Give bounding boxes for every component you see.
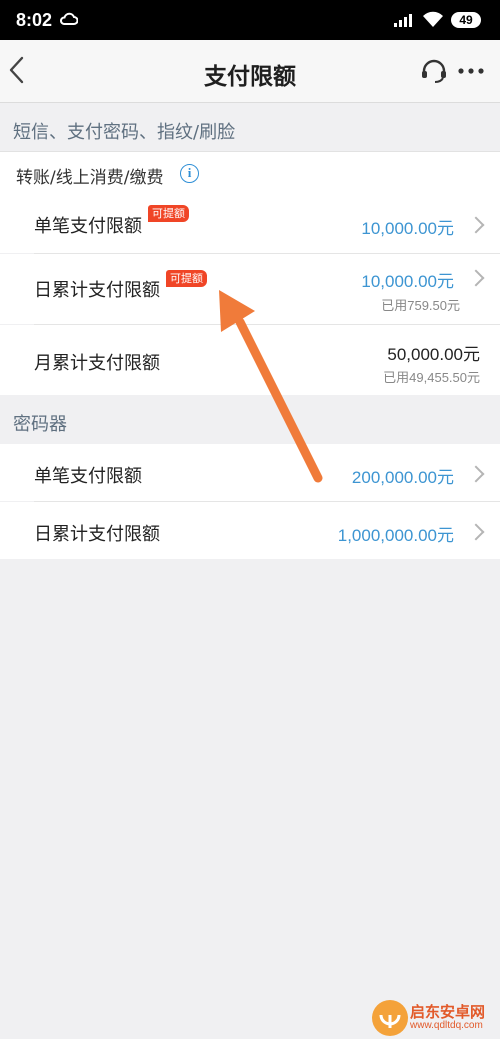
watermark: 启东安卓网: [410, 1003, 486, 1021]
group-header-transfer: 转账/线上消费/缴费 i: [0, 151, 500, 197]
row-label: 日累计支付限额: [34, 524, 160, 545]
section-header-token: 密码器: [0, 396, 500, 444]
used-amount: 已用49,455.50元: [383, 370, 480, 385]
section-title: 密码器: [13, 414, 67, 435]
raise-limit-badge: 可提额: [148, 205, 189, 222]
customer-service-icon[interactable]: [420, 58, 448, 84]
limit-row-monthly: 月累计支付限额 50,000.00元 已用49,455.50元: [0, 325, 500, 395]
chevron-right-icon: [467, 523, 485, 541]
raise-limit-badge: 可提额: [166, 270, 207, 287]
token-row-daily[interactable]: 日累计支付限额 1,000,000.00元: [0, 502, 500, 559]
group-title: 转账/线上消费/缴费: [16, 168, 164, 188]
battery-icon: 49: [451, 12, 481, 28]
row-label: 单笔支付限额: [34, 466, 142, 487]
section-header-sms: 短信、支付密码、指纹/刷脸: [0, 103, 500, 151]
watermark-url: www.qdltdq.com: [410, 1020, 483, 1031]
wifi-icon: [423, 11, 443, 27]
signal-icon: [394, 14, 412, 27]
cloud-icon: [60, 12, 78, 25]
limit-row-daily[interactable]: 日累计支付限额 可提额 10,000.00元 已用759.50元: [0, 254, 500, 324]
row-value: 50,000.00元: [387, 345, 480, 364]
nav-bar: 支付限额: [0, 40, 500, 103]
row-value: 10,000.00元: [361, 219, 454, 238]
row-value: 200,000.00元: [351, 468, 454, 487]
row-label: 日累计支付限额: [34, 280, 160, 301]
more-icon[interactable]: [458, 68, 484, 74]
status-bar: 8:02 49: [0, 0, 500, 40]
used-amount: 已用759.50元: [381, 298, 460, 313]
info-icon[interactable]: i: [180, 164, 199, 183]
chevron-right-icon: [467, 465, 485, 483]
row-label: 月累计支付限额: [34, 353, 160, 374]
token-row-single[interactable]: 单笔支付限额 200,000.00元: [0, 444, 500, 501]
limit-row-single[interactable]: 单笔支付限额 可提额 10,000.00元: [0, 196, 500, 253]
status-time: 8:02: [16, 10, 53, 30]
chevron-right-icon: [467, 269, 485, 287]
section-title: 短信、支付密码、指纹/刷脸: [13, 122, 236, 143]
chevron-right-icon: [467, 216, 485, 234]
row-label: 单笔支付限额: [34, 216, 142, 237]
row-value: 1,000,000.00元: [337, 526, 454, 545]
row-value: 10,000.00元: [361, 272, 454, 291]
watermark-logo-icon: [372, 1000, 408, 1036]
